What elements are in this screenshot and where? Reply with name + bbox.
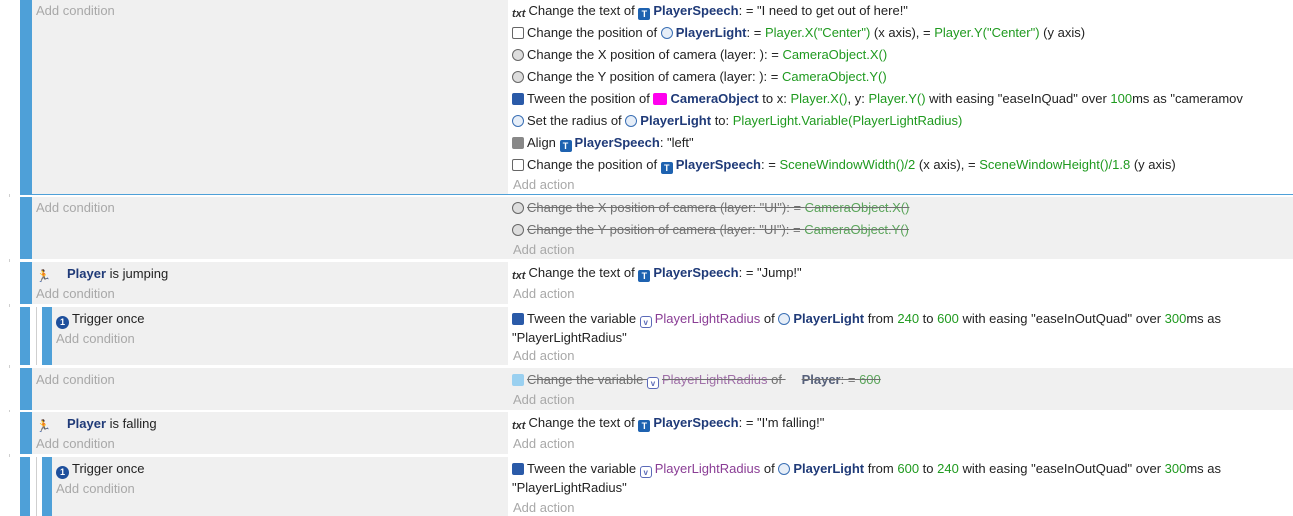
actions-area[interactable]: txt Change the text of T PlayerSpeech: = "… [508, 412, 1293, 454]
light-icon [778, 463, 791, 475]
action-row[interactable]: txt Change the text of T PlayerSpeech: = "… [512, 412, 824, 434]
event-selection-bar[interactable] [20, 368, 32, 410]
condition-row[interactable]: 1 Trigger once [56, 458, 145, 480]
add-condition-link[interactable]: Add condition [56, 479, 135, 499]
add-condition-link[interactable]: Add condition [36, 197, 115, 219]
action-row[interactable]: Change the X position of camera (layer: … [512, 44, 887, 66]
action-row[interactable]: Change the position of PlayerLight: = Pl… [512, 22, 1085, 44]
action-row[interactable]: Set the radius of PlayerLight to: Player… [512, 110, 962, 132]
camera-icon [512, 224, 524, 236]
condition-row[interactable]: 🏃 Player is falling [36, 413, 157, 435]
action-row[interactable]: Tween the position of CameraObject to x:… [512, 88, 1243, 110]
actions-area[interactable]: txt Change the text of T PlayerSpeech: = "… [508, 262, 1293, 304]
sub-event-selection-bar[interactable] [42, 457, 52, 516]
add-condition-link[interactable]: Add condition [36, 284, 115, 304]
add-action-link[interactable]: Add action [513, 241, 574, 259]
variable-icon: v [646, 377, 659, 389]
conditions-area[interactable]: Add condition [32, 0, 508, 194]
sprite-object-icon [653, 93, 668, 105]
condition-row[interactable]: 🏃 Player is jumping [36, 263, 168, 285]
text-icon: txt [512, 420, 526, 432]
text-icon: txt [512, 270, 526, 282]
event-selection-bar[interactable] [20, 307, 30, 365]
action-row[interactable]: Change the position of T PlayerSpeech: = … [512, 154, 1176, 176]
position-icon [512, 159, 524, 171]
conditions-area[interactable]: Add condition [32, 368, 508, 410]
add-condition-link[interactable]: Add condition [36, 434, 115, 454]
event-selection-bar[interactable] [20, 197, 32, 259]
action-row[interactable]: Change the Y position of camera (layer: … [512, 219, 909, 241]
light-icon [660, 27, 673, 39]
add-action-link[interactable]: Add action [513, 347, 574, 365]
add-action-link[interactable]: Add action [513, 390, 574, 410]
sub-event-selection-bar[interactable] [42, 307, 52, 365]
position-icon [512, 27, 524, 39]
action-row[interactable]: txt Change the text of T PlayerSpeech: = "… [512, 0, 908, 22]
light-icon [512, 115, 524, 127]
actions-area[interactable]: Change the variable v PlayerLightRadius o… [508, 368, 1293, 410]
actions-area[interactable]: txt Change the text of T PlayerSpeech: = "… [508, 0, 1293, 194]
conditions-area[interactable]: 1 Trigger once Add condition [52, 307, 508, 365]
align-icon [512, 137, 524, 149]
conditions-area[interactable]: 🏃 Player is falling Add condition [32, 412, 508, 454]
light-icon [625, 115, 638, 127]
light-icon [778, 313, 791, 325]
event-selection-bar[interactable] [20, 0, 32, 194]
condition-row[interactable]: 1 Trigger once [56, 308, 145, 330]
add-condition-link[interactable]: Add condition [56, 329, 135, 349]
action-row[interactable]: Change the X position of camera (layer: … [512, 197, 909, 219]
action-row[interactable]: Tween the variable v PlayerLightRadius of… [512, 309, 1285, 347]
sub-event-block[interactable]: 1 Trigger once Add condition Tween the va… [0, 457, 1293, 516]
sub-event-block[interactable]: 1 Trigger once Add condition Tween the va… [0, 307, 1293, 365]
tween-icon [512, 463, 524, 475]
event-block[interactable]: 🏃 Player is falling Add condition txt Chan… [0, 412, 1293, 454]
camera-icon [512, 71, 524, 83]
action-row[interactable]: Change the Y position of camera (layer: … [512, 66, 887, 88]
event-block[interactable]: Add condition txt Change the text of T Pla… [0, 0, 1293, 194]
event-block[interactable]: Add condition Change the X position of c… [0, 197, 1293, 259]
trigger-once-icon: 1 [56, 316, 69, 329]
event-block[interactable]: 🏃 Player is jumping Add condition txt Chan… [0, 262, 1293, 304]
add-action-link[interactable]: Add action [513, 434, 574, 454]
variable-icon: v [639, 316, 652, 328]
variable-icon [512, 374, 524, 386]
event-selection-bar[interactable] [20, 412, 32, 454]
add-action-link[interactable]: Add action [513, 499, 574, 516]
action-row[interactable]: Change the variable v PlayerLightRadius o… [512, 369, 881, 391]
action-row[interactable]: txt Change the text of T PlayerSpeech: = "… [512, 262, 802, 284]
actions-area[interactable]: Change the X position of camera (layer: … [508, 197, 1293, 259]
event-selection-bar[interactable] [20, 457, 30, 516]
actions-area[interactable]: Tween the variable v PlayerLightRadius of… [508, 457, 1293, 516]
text-object-icon: T [660, 162, 673, 174]
tween-icon [512, 313, 524, 325]
text-object-icon: T [638, 270, 651, 282]
platformer-character-icon: 🏃 [36, 419, 51, 433]
add-condition-link[interactable]: Add condition [36, 369, 115, 391]
conditions-area[interactable]: Add condition [32, 197, 508, 259]
platformer-character-icon: 🏃 [36, 269, 51, 283]
add-action-link[interactable]: Add action [513, 284, 574, 304]
variable-icon: v [639, 466, 652, 478]
camera-icon [512, 49, 524, 61]
camera-icon [512, 202, 524, 214]
event-selection-bar[interactable] [20, 262, 32, 304]
text-object-icon: T [638, 420, 651, 432]
conditions-area[interactable]: 1 Trigger once Add condition [52, 457, 508, 516]
trigger-once-icon: 1 [56, 466, 69, 479]
text-object-icon: T [559, 140, 572, 152]
add-condition-link[interactable]: Add condition [36, 0, 115, 22]
conditions-area[interactable]: 🏃 Player is jumping Add condition [32, 262, 508, 304]
actions-area[interactable]: Tween the variable v PlayerLightRadius of… [508, 307, 1293, 365]
action-row[interactable]: Align T PlayerSpeech: "left" [512, 132, 694, 154]
text-icon: txt [512, 8, 526, 20]
event-block[interactable]: Add condition Change the variable v Playe… [0, 368, 1293, 410]
text-object-icon: T [638, 8, 651, 20]
action-row[interactable]: Tween the variable v PlayerLightRadius of… [512, 459, 1285, 497]
event-separator [20, 194, 1293, 195]
tween-icon [512, 93, 524, 105]
add-action-link[interactable]: Add action [513, 176, 574, 194]
